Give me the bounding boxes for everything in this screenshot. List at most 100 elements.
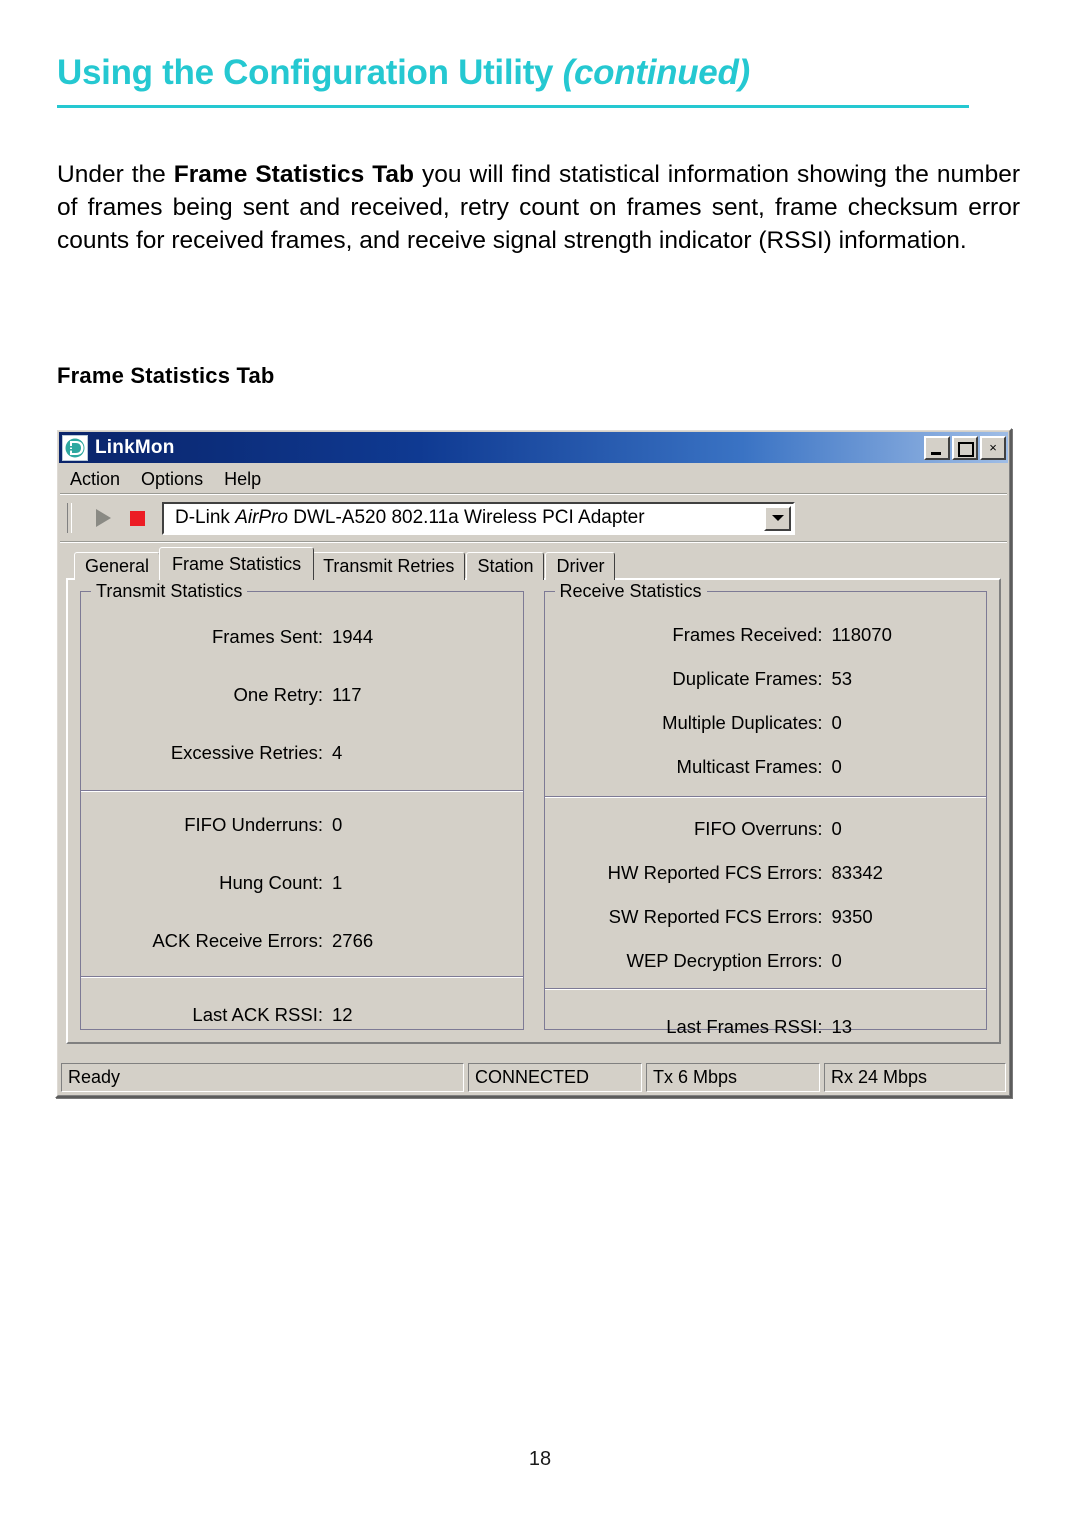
stat-value: 13 [831,1016,853,1037]
stat-value: 1944 [332,626,374,647]
tab-station[interactable]: Station [466,552,545,580]
stat-label: One Retry: [233,684,323,705]
toolbar-divider [60,541,1007,543]
tab-frame-statistics[interactable]: Frame Statistics [159,547,315,580]
status-pane-rx-rate: Rx 24 Mbps [824,1063,1006,1092]
page-number: 18 [528,1448,552,1470]
stat-row: Hung Count: 1 [81,872,523,894]
close-button[interactable]: × [980,435,1006,460]
intro-paragraph: Under the Frame Statistics Tab you will … [57,158,1020,257]
tabstrip: General Frame Statistics Transmit Retrie… [66,547,1001,580]
document-page: Using the Configuration Utility (continu… [0,0,1080,1529]
stat-label: SW Reported FCS Errors: [608,906,823,927]
stat-label: ACK Receive Errors: [152,930,323,951]
stat-label: Excessive Retries: [170,742,323,763]
receive-group-1: Frames Received: 118070 Duplicate Frames… [545,606,987,796]
transmit-group-3: Last ACK RSSI: 12 [81,978,523,1026]
transmit-group-2: FIFO Underruns: 0 Hung Count: 1 ACK Rece… [81,792,523,976]
page-title-main: Using the Configuration Utility [57,53,554,92]
stop-monitor-button[interactable] [120,503,154,533]
play-icon [95,509,111,527]
window-titlebar[interactable]: LinkMon × [59,432,1008,463]
client-area: General Frame Statistics Transmit Retrie… [66,547,1001,1044]
toolbar: D-Link AirPro DWL-A520 802.11a Wireless … [60,496,1007,540]
stat-row: WEP Decryption Errors: 0 [545,950,987,972]
adapter-select[interactable]: D-Link AirPro DWL-A520 802.11a Wireless … [162,501,795,535]
window-title: LinkMon [95,436,175,458]
stat-label: Hung Count: [219,872,323,893]
toolbar-separator [67,503,72,533]
stat-row: Excessive Retries: 4 [81,742,523,764]
intro-text-bold: Frame Statistics Tab [173,160,415,188]
status-pane-connection: CONNECTED [468,1063,642,1092]
stat-row: Frames Sent: 1944 [81,626,523,648]
stat-label: HW Reported FCS Errors: [607,862,823,883]
start-monitor-button[interactable] [86,503,120,533]
status-pane-tx-rate: Tx 6 Mbps [646,1063,820,1092]
receive-statistics-title: Receive Statistics [554,581,707,602]
stat-row: Last ACK RSSI: 12 [81,1004,523,1026]
minimize-button[interactable] [924,435,950,460]
linkmon-window: LinkMon × Action Options Help D-Link Air… [55,428,1012,1098]
adapter-select-value: D-Link AirPro DWL-A520 802.11a Wireless … [175,507,645,528]
stat-value: 2766 [332,930,374,951]
stat-label: Frames Sent: [211,626,323,647]
stat-value: 53 [831,668,853,689]
status-pane-ready: Ready [61,1063,464,1092]
menu-item-options[interactable]: Options [131,467,214,492]
menu-item-action[interactable]: Action [60,467,131,492]
stat-label: Last ACK RSSI: [192,1004,323,1025]
stat-row: Last Frames RSSI: 13 [545,1016,987,1038]
page-title: Using the Configuration Utility (continu… [57,53,750,93]
stat-value: 9350 [831,906,873,927]
stat-row: HW Reported FCS Errors: 83342 [545,862,987,884]
stat-value: 0 [332,814,343,835]
stat-row: ACK Receive Errors: 2766 [81,930,523,952]
stat-row: SW Reported FCS Errors: 9350 [545,906,987,928]
stat-row: FIFO Underruns: 0 [81,814,523,836]
transmit-statistics-group: Transmit Statistics Frames Sent: 1944 On… [80,581,524,1030]
stat-label: Duplicate Frames: [672,668,823,689]
stat-value: 117 [332,684,362,705]
menubar: Action Options Help [60,465,1007,493]
tab-transmit-retries[interactable]: Transmit Retries [312,552,466,580]
maximize-icon [958,441,974,457]
tab-driver[interactable]: Driver [545,552,616,580]
stat-value: 83342 [831,862,883,883]
heading-divider [57,105,969,108]
window-controls: × [924,435,1008,460]
stat-value: 12 [332,1004,353,1025]
stat-value: 0 [831,818,842,839]
receive-group-3: Last Frames RSSI: 13 [545,990,987,1038]
section-heading: Frame Statistics Tab [57,363,275,388]
dlink-logo-icon [62,434,88,461]
transmit-group-1: Frames Sent: 1944 One Retry: 117 Excessi… [81,606,523,790]
close-icon: × [989,440,997,455]
stat-label: WEP Decryption Errors: [626,950,823,971]
tab-general[interactable]: General [74,552,161,580]
stat-value: 4 [332,742,343,763]
stat-label: Multicast Frames: [676,756,823,777]
menu-item-help[interactable]: Help [214,467,272,492]
stop-icon [129,510,145,526]
stat-value: 0 [831,950,842,971]
stat-label: FIFO Underruns: [184,814,323,835]
receive-statistics-group: Receive Statistics Frames Received: 1180… [543,581,987,1037]
minimize-icon [931,451,941,455]
stat-label: FIFO Overruns: [694,818,823,839]
stat-row: Multiple Duplicates: 0 [545,712,987,734]
adapter-select-dropdown-button[interactable] [764,505,791,531]
stat-row: Multicast Frames: 0 [545,756,987,778]
intro-text-before: Under the [57,160,174,188]
stat-label: Multiple Duplicates: [662,712,823,733]
stat-row: Duplicate Frames: 53 [545,668,987,690]
stat-value: 118070 [831,624,892,645]
statusbar: Ready CONNECTED Tx 6 Mbps Rx 24 Mbps [61,1063,1006,1092]
stat-label: Frames Received: [672,624,823,645]
chevron-down-icon [771,515,784,521]
menubar-divider [60,493,1007,495]
stat-value: 0 [831,712,842,733]
adapter-brand: AirPro [235,507,288,528]
maximize-button[interactable] [952,435,978,460]
stat-row: Frames Received: 118070 [545,624,987,646]
